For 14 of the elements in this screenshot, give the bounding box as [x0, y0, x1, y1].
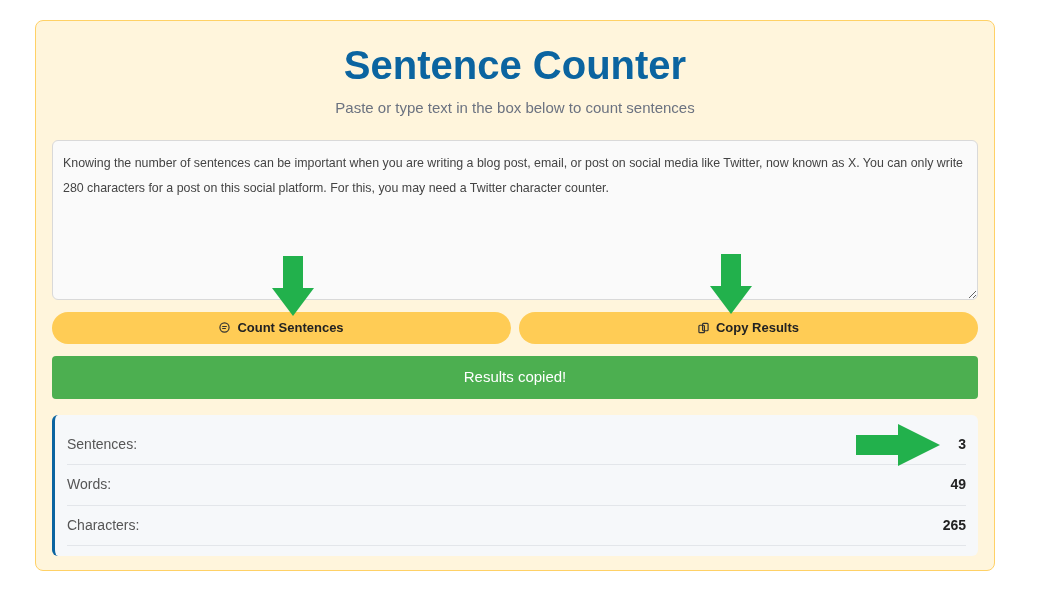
subtitle: Paste or type text in the box below to count sentences	[334, 98, 696, 118]
notice-banner: Results copied!	[52, 355, 978, 399]
copy-icon	[697, 321, 709, 334]
page-title: Sentence Counter	[342, 42, 688, 89]
text-input-field[interactable]: Knowing the number of sentences can be important when you are writing a blog post, email, or post on social media like Twitter, now known as X. You can only write 280 characters for a post on this social platform. For this, you may need a Twitter character counter.	[52, 139, 978, 300]
copy-button[interactable]: Copy Results	[519, 311, 978, 344]
message-icon	[219, 322, 231, 333]
stat-label: Sentences:	[67, 434, 138, 454]
stat-value: 49	[950, 475, 966, 495]
stat-label: Words:	[67, 475, 112, 495]
stat-value: 265	[942, 515, 966, 535]
stat-value: 3	[958, 434, 966, 454]
count-button[interactable]: Count Sentences	[52, 311, 511, 344]
stat-label: Characters:	[67, 515, 140, 535]
